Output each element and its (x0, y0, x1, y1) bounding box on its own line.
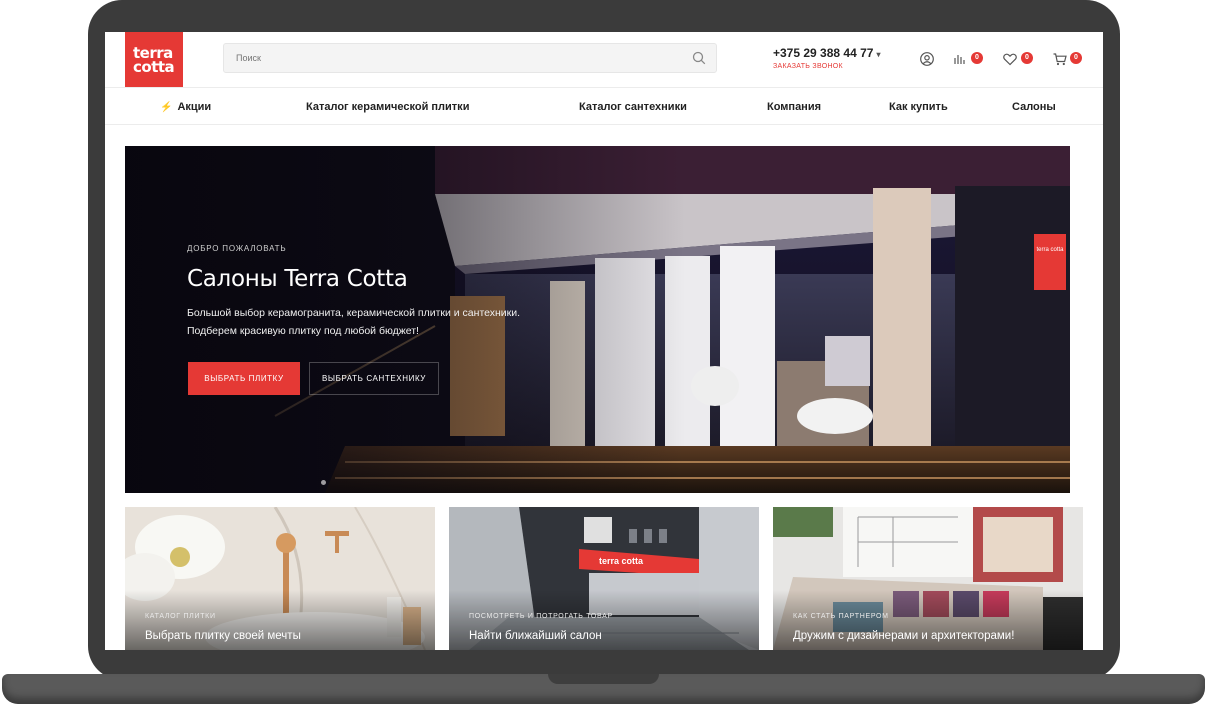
hero-title: Салоны Terra Cotta (187, 266, 408, 292)
card-partners[interactable]: КАК СТАТЬ ПАРТНЕРОМ Дружим с дизайнерами… (773, 507, 1083, 650)
phone-number[interactable]: +375 29 388 44 77 ▾ (773, 46, 880, 60)
card-title: Выбрать плитку своей мечты (145, 630, 301, 642)
hero-description-line: Большой выбор керамогранита, керамическо… (187, 307, 521, 319)
nav-divider (105, 87, 1103, 88)
card-eyebrow: КАК СТАТЬ ПАРТНЕРОМ (793, 613, 889, 620)
search-icon[interactable] (692, 51, 706, 65)
hero-description-line: Подберем красивую плитку под любой бюдже… (187, 325, 419, 337)
card-storefront-sign: terra cotta (599, 556, 644, 566)
card-title: Найти ближайший салон (469, 630, 602, 642)
chevron-down-icon[interactable]: ▾ (876, 50, 880, 59)
website-screen: terra cotta +375 29 388 44 77▾ ЗАКАЗАТЬ … (105, 32, 1103, 650)
cart-icon[interactable] (1052, 51, 1068, 67)
nav-item-tile-catalog[interactable]: Каталог керамической плитки (306, 101, 469, 113)
phone-text: +375 29 388 44 77 (773, 46, 874, 60)
compare-count-badge: 0 (971, 52, 983, 64)
card-title: Дружим с дизайнерами и архитекторами! (793, 630, 1015, 642)
card-eyebrow: КАТАЛОГ ПЛИТКИ (145, 613, 216, 620)
laptop-notch (548, 674, 659, 684)
hero-eyebrow: ДОБРО ПОЖАЛОВАТЬ (187, 244, 287, 253)
nav-item-how-to-buy[interactable]: Как купить (889, 101, 948, 113)
choose-tile-button[interactable]: ВЫБРАТЬ ПЛИТКУ (188, 362, 300, 395)
lightning-icon: ⚡ (160, 102, 173, 113)
slider-dot[interactable] (321, 480, 326, 485)
nav-item-company[interactable]: Компания (767, 101, 821, 113)
search-input[interactable] (224, 44, 664, 72)
cart-count-badge: 0 (1070, 52, 1082, 64)
nav-item-promotions[interactable]: ⚡ Акции (160, 101, 211, 113)
card-eyebrow: ПОСМОТРЕТЬ И ПОТРОГАТЬ ТОВАР (469, 613, 613, 620)
logo-line-2: cotta (133, 58, 175, 76)
nav-item-sanitary-catalog[interactable]: Каталог сантехники (579, 101, 687, 113)
compare-icon[interactable] (952, 51, 968, 67)
store-sign-text: terra cotta (1036, 247, 1064, 253)
nav-item-salons[interactable]: Салоны (1012, 101, 1056, 113)
nav-label: Акции (177, 101, 212, 113)
hero-description: Большой выбор керамогранита, керамическо… (187, 304, 587, 340)
search-bar (223, 43, 717, 73)
heart-icon[interactable] (1002, 51, 1018, 67)
brand-logo[interactable]: terra cotta (125, 32, 183, 88)
choose-sanitary-button[interactable]: ВЫБРАТЬ САНТЕХНИКУ (309, 362, 439, 395)
callback-link[interactable]: ЗАКАЗАТЬ ЗВОНОК (773, 63, 843, 70)
nav-divider (105, 124, 1103, 125)
hero-banner: terra cotta ДОБРО ПОЖАЛОВАТЬ Салоны Terr… (125, 146, 1070, 493)
user-icon[interactable] (919, 51, 935, 67)
card-tile-catalog[interactable]: КАТАЛОГ ПЛИТКИ Выбрать плитку своей мечт… (125, 507, 435, 650)
card-find-salon[interactable]: terra cotta ПОСМОТРЕТЬ И ПОТРОГАТЬ ТОВАР… (449, 507, 759, 650)
favorites-count-badge: 0 (1021, 52, 1033, 64)
